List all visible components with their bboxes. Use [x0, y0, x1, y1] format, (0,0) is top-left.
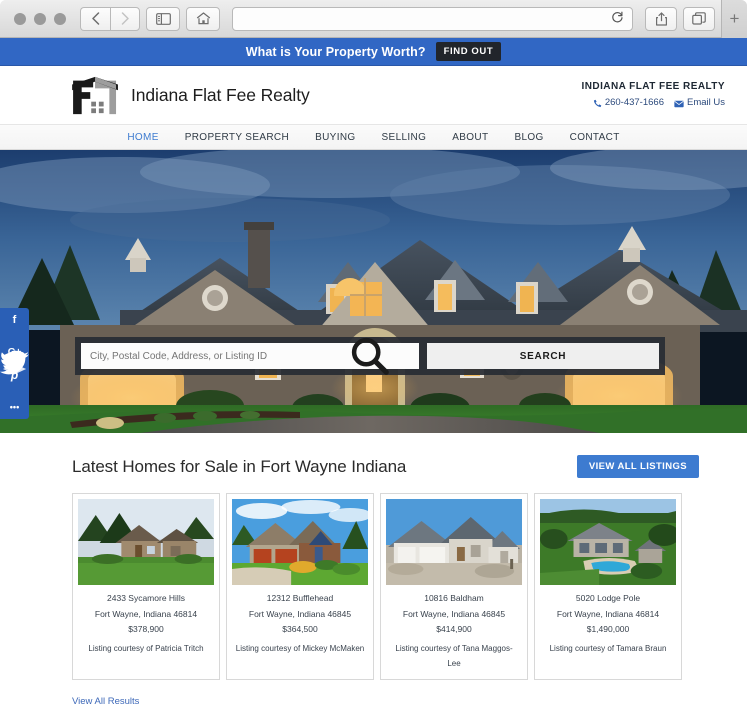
company-name: INDIANA FLAT FEE REALTY [581, 81, 725, 93]
property-photo-1 [78, 499, 214, 585]
listing-citystate: Fort Wayne, Indiana 46845 [402, 608, 506, 619]
listing-details: 12312 Bufflehead Fort Wayne, Indiana 468… [232, 585, 368, 657]
listing-courtesy: Listing courtesy of Tana Maggos-Lee [395, 644, 513, 668]
listings-header: Latest Homes for Sale in Fort Wayne Indi… [72, 455, 699, 478]
maximize-button[interactable] [54, 12, 66, 25]
listing-thumbnail[interactable] [540, 499, 676, 585]
back-button[interactable] [80, 6, 110, 31]
listing-citystate: Fort Wayne, Indiana 46814 [556, 608, 660, 619]
listing-courtesy: Listing courtesy of Mickey McMaken [235, 644, 365, 654]
brand-logo-link[interactable]: Indiana Flat Fee Realty [70, 74, 310, 116]
envelope-icon [674, 100, 684, 107]
forward-button[interactable] [110, 6, 140, 31]
listing-price: $378,900 [128, 624, 164, 635]
header-contact-info: INDIANA FLAT FEE REALTY 260-437-1666 Ema… [582, 79, 726, 110]
listing-card[interactable]: 10816 Baldham Fort Wayne, Indiana 46845 … [380, 493, 528, 680]
new-tab-button[interactable]: + [721, 0, 747, 38]
property-photo-4 [540, 499, 676, 585]
main-navigation: HOME PROPERTY SEARCH BUYING SELLING ABOU… [0, 124, 747, 150]
nav-item-selling[interactable]: SELLING [382, 132, 427, 143]
magnifier-icon [351, 337, 389, 375]
promo-banner-text: What is Your Property Worth? [245, 44, 426, 59]
email-label: Email Us [686, 97, 725, 109]
view-all-results-link[interactable]: View All Results [72, 696, 699, 707]
share-button[interactable] [645, 6, 677, 31]
home-button[interactable] [186, 6, 220, 31]
new-tab-label: + [729, 8, 740, 28]
latest-listings-section: Latest Homes for Sale in Fort Wayne Indi… [0, 433, 747, 709]
email-link[interactable]: Email Us [674, 96, 725, 110]
house-logo-icon [72, 76, 118, 115]
view-all-listings-button[interactable]: VIEW ALL LISTINGS [576, 455, 699, 478]
listing-cards: 2433 Sycamore Hills Fort Wayne, Indiana … [72, 493, 699, 680]
hero-house-image [0, 150, 747, 433]
promo-banner: What is Your Property Worth? FIND OUT [0, 38, 747, 66]
nav-item-home[interactable]: HOME [127, 132, 158, 143]
listing-address: 12312 Bufflehead [266, 593, 334, 603]
navigation-buttons[interactable] [80, 6, 140, 31]
listing-card[interactable]: 5020 Lodge Pole Fort Wayne, Indiana 4681… [534, 493, 682, 680]
nav-item-buying[interactable]: BUYING [315, 132, 355, 143]
listing-courtesy: Listing courtesy of Patricia Tritch [88, 644, 204, 654]
reload-icon[interactable] [611, 11, 624, 27]
listings-heading: Latest Homes for Sale in Fort Wayne Indi… [72, 456, 407, 476]
listing-courtesy: Listing courtesy of Tamara Braun [549, 644, 667, 654]
browser-toolbar: + [0, 0, 747, 38]
social-sidebar: f G+ p ••• [0, 308, 29, 419]
property-photo-3 [386, 499, 522, 585]
nav-item-blog[interactable]: BLOG [514, 132, 543, 143]
sidebar-toggle-button[interactable] [146, 6, 180, 31]
listing-price: $364,500 [282, 624, 318, 635]
nav-item-contact[interactable]: CONTACT [570, 132, 620, 143]
listing-card[interactable]: 2433 Sycamore Hills Fort Wayne, Indiana … [72, 493, 220, 680]
listing-thumbnail[interactable] [78, 499, 214, 585]
phone-icon [593, 99, 602, 108]
listing-address: 2433 Sycamore Hills [107, 593, 185, 603]
site-header: Indiana Flat Fee Realty INDIANA FLAT FEE… [0, 66, 747, 124]
minimize-button[interactable] [34, 12, 46, 25]
listing-citystate: Fort Wayne, Indiana 46814 [94, 608, 198, 619]
nav-item-about[interactable]: ABOUT [452, 132, 488, 143]
listing-card[interactable]: 12312 Bufflehead Fort Wayne, Indiana 468… [226, 493, 374, 680]
brand-name: Indiana Flat Fee Realty [131, 84, 310, 105]
address-bar[interactable] [232, 6, 633, 31]
listing-details: 5020 Lodge Pole Fort Wayne, Indiana 4681… [540, 585, 676, 657]
close-button[interactable] [14, 12, 26, 25]
property-search-bar: SEARCH [75, 337, 665, 375]
browser-window: + What is Your Property Worth? FIND OUT [0, 0, 747, 709]
hero-section: f G+ p ••• SEARCH [0, 150, 747, 433]
listing-price: $1,490,000 [586, 624, 630, 635]
phone-link[interactable]: 260-437-1666 [593, 96, 664, 110]
window-controls[interactable] [8, 12, 74, 25]
property-photo-2 [232, 499, 368, 585]
listing-address: 10816 Baldham [424, 593, 484, 603]
listing-thumbnail[interactable] [232, 499, 368, 585]
listing-details: 10816 Baldham Fort Wayne, Indiana 46845 … [386, 585, 522, 672]
web-page: What is Your Property Worth? FIND OUT In… [0, 38, 747, 709]
listing-citystate: Fort Wayne, Indiana 46845 [248, 608, 352, 619]
listing-price: $414,900 [436, 624, 472, 635]
nav-item-property-search[interactable]: PROPERTY SEARCH [185, 132, 289, 143]
tabs-overview-button[interactable] [683, 6, 715, 31]
listing-details: 2433 Sycamore Hills Fort Wayne, Indiana … [78, 585, 214, 657]
search-button[interactable]: SEARCH [351, 337, 659, 375]
find-out-button[interactable]: FIND OUT [435, 42, 502, 61]
listing-address: 5020 Lodge Pole [575, 593, 641, 603]
phone-number: 260-437-1666 [604, 97, 664, 109]
listing-thumbnail[interactable] [386, 499, 522, 585]
